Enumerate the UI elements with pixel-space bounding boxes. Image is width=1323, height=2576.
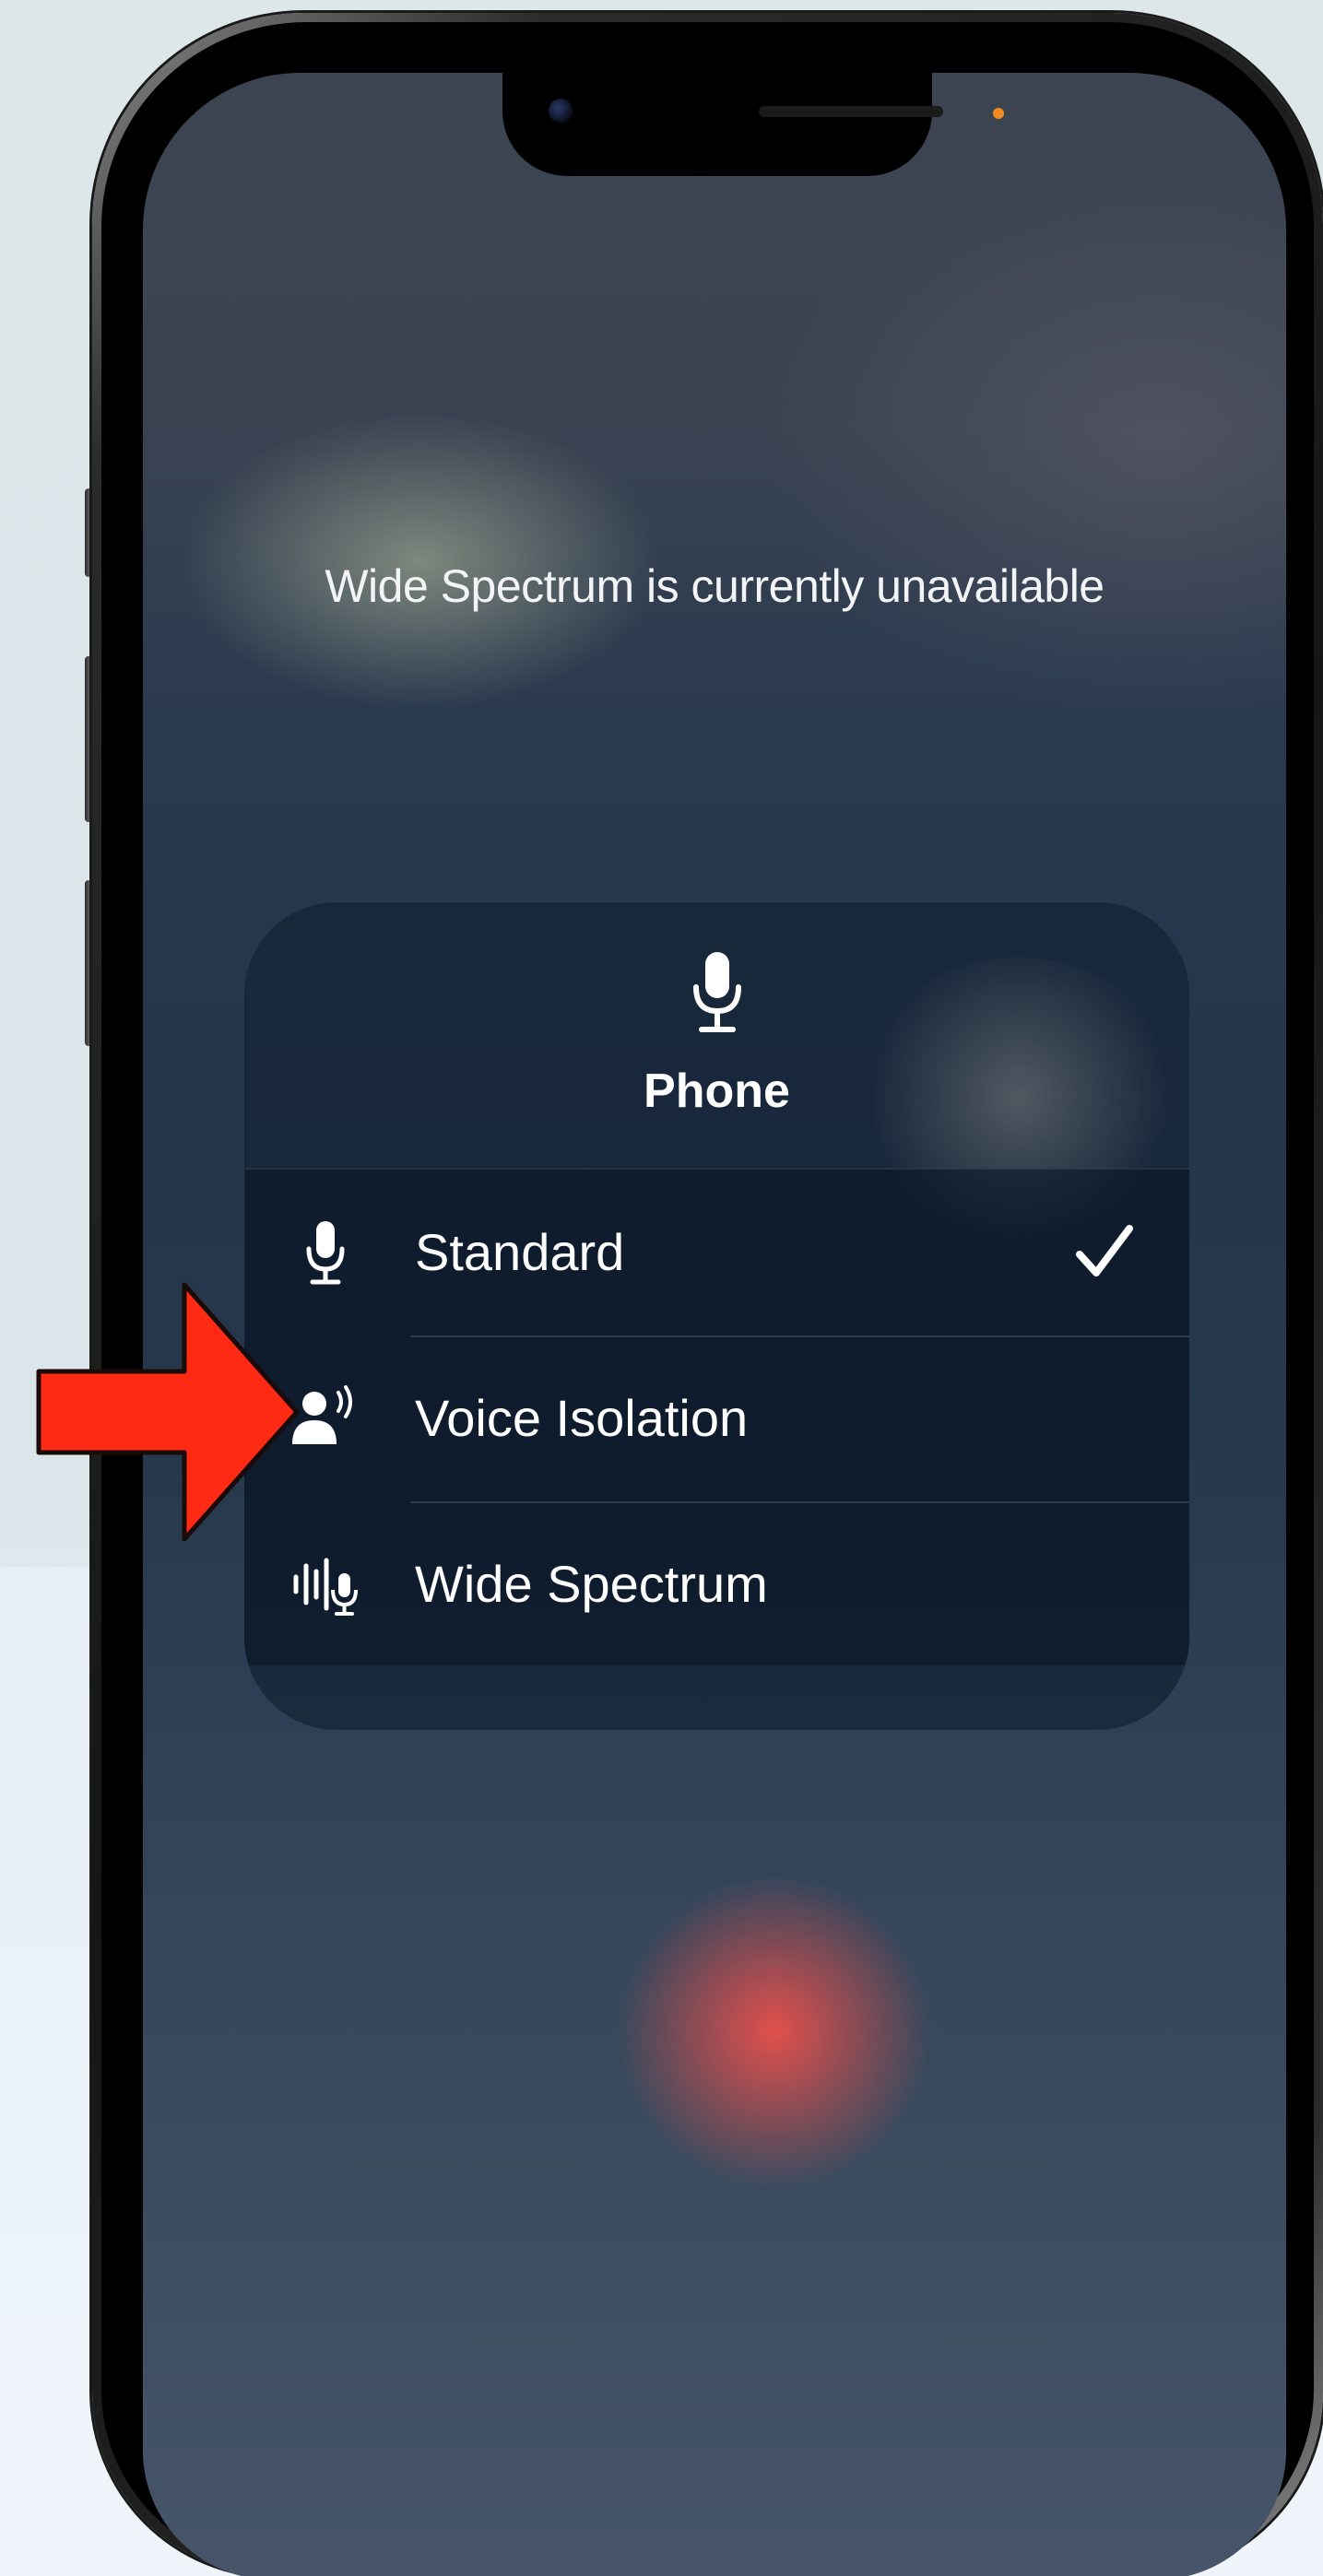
divider	[410, 1501, 1189, 1503]
divider	[410, 1335, 1189, 1337]
mic-mode-header: Phone	[244, 902, 1189, 1168]
phone-screen: Wide Spectrum is currently unavailable P…	[143, 73, 1286, 2576]
option-standard[interactable]: Standard	[244, 1170, 1189, 1334]
mic-mode-menu: Phone Standard Voice Isolation Wide Spec…	[244, 902, 1189, 1730]
panel-title: Phone	[644, 1065, 790, 1118]
red-arrow-icon	[36, 1282, 300, 1542]
front-camera-icon	[549, 99, 573, 123]
microphone-icon	[693, 952, 741, 1032]
wide-spectrum-icon	[293, 1558, 358, 1616]
microphone-in-use-indicator	[993, 108, 1004, 119]
option-label: Wide Spectrum	[415, 1555, 768, 1613]
option-label: Standard	[415, 1223, 625, 1281]
microphone-icon	[306, 1221, 345, 1285]
status-message: Wide Spectrum is currently unavailable	[325, 560, 1104, 612]
earpiece-speaker	[759, 106, 943, 117]
option-voice-isolation[interactable]: Voice Isolation	[244, 1335, 1189, 1500]
option-wide-spectrum[interactable]: Wide Spectrum	[244, 1501, 1189, 1665]
option-label: Voice Isolation	[415, 1389, 749, 1447]
checkmark-icon	[1076, 1225, 1133, 1276]
notch	[502, 73, 932, 176]
mic-mode-options: Standard Voice Isolation Wide Spectrum	[244, 1168, 1189, 1665]
